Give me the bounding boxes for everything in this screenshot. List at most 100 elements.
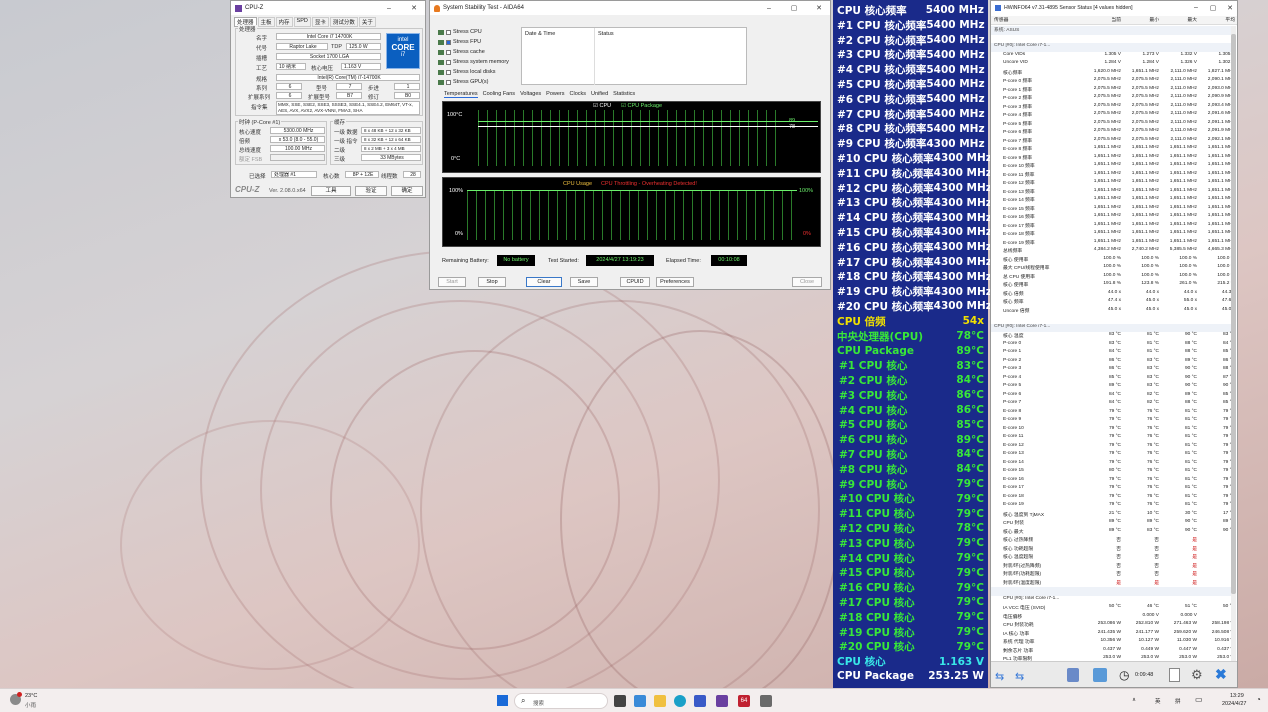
- sensor-row[interactable]: P-core 6 84 °C 82 °C 89 °C 85 °C: [991, 392, 1231, 401]
- close-button[interactable]: ✕: [808, 4, 830, 12]
- stop-button[interactable]: Stop: [478, 277, 506, 287]
- sensor-row[interactable]: P-core 5 频率 2,075.5 MHz 2,075.5 MHz 2,111.0…: [991, 120, 1231, 129]
- clear-button[interactable]: Clear: [526, 277, 562, 287]
- sensor-row[interactable]: E-core 15 80 °C 76 °C 81 °C 79 °C: [991, 468, 1231, 477]
- clock-icon[interactable]: ◷: [1119, 668, 1129, 682]
- minimize-button[interactable]: –: [758, 5, 780, 12]
- sensor-row[interactable]: E-core 17 频率 1,651.1 MHz 1,651.1 MHz 1,651.…: [991, 222, 1231, 231]
- aida64-task-icon[interactable]: 64: [738, 695, 750, 707]
- sensor-row[interactable]: E-core 12 79 °C 76 °C 81 °C 79 °C: [991, 443, 1231, 452]
- sensor-row[interactable]: CPU 封装功耗 253.086 W 252.810 W 271.463 W 258.1…: [991, 621, 1231, 630]
- sensor-row[interactable]: Uncore VID 1.284 V 1.284 V 1.326 V 1.302 V: [991, 60, 1231, 69]
- checkbox[interactable]: [446, 29, 451, 35]
- clock-time[interactable]: 13:29: [1230, 693, 1244, 699]
- sensor-row[interactable]: E-core 8 频率 1,651.1 MHz 1,651.1 MHz 1,651.1…: [991, 145, 1231, 154]
- sensor-row[interactable]: E-core 18 频率 1,651.1 MHz 1,651.1 MHz 1,651.…: [991, 230, 1231, 239]
- sensor-list[interactable]: 系统: ASUS CPU [#0]: Intel Core i7-1... Core…: [991, 26, 1231, 661]
- maximize-button[interactable]: ▢: [1206, 4, 1220, 12]
- sensor-row[interactable]: 核心 温度 83 °C 81 °C 90 °C 83 °C: [991, 332, 1231, 341]
- sensor-row[interactable]: 封装/环(功耗超限) 否 否 是: [991, 570, 1231, 579]
- sensor-row[interactable]: E-core 16 79 °C 76 °C 81 °C 79 °C: [991, 477, 1231, 486]
- sensor-row[interactable]: P-core 2 频率 2,075.5 MHz 2,075.5 MHz 2,111.0…: [991, 94, 1231, 103]
- weather-temp[interactable]: 23°C: [25, 693, 37, 699]
- graph-tab[interactable]: Powers: [546, 91, 564, 98]
- start-icon[interactable]: [497, 695, 508, 706]
- minimize-button[interactable]: –: [378, 5, 400, 12]
- hwinfo-titlebar[interactable]: HWiNFO64 v7.31-4895 Sensor Status [4 val…: [991, 1, 1237, 14]
- checkbox[interactable]: [446, 49, 451, 55]
- hwinfo-task-icon[interactable]: [760, 695, 772, 707]
- sensor-row[interactable]: 核心 温度超限 否 否 是: [991, 553, 1231, 562]
- sensor-row[interactable]: 核心频率 1,620.0 MHz 1,651.1 MHz 2,111.0 MHz 1,8…: [991, 69, 1231, 78]
- sensor-row[interactable]: P-core 4 85 °C 83 °C 90 °C 87 °C: [991, 375, 1231, 384]
- tab-mainboard[interactable]: 主板: [257, 17, 275, 27]
- sensor-row[interactable]: P-core 4 频率 2,075.5 MHz 2,075.5 MHz 2,111.0…: [991, 111, 1231, 120]
- edge-icon[interactable]: [674, 695, 686, 707]
- col-status[interactable]: Status: [598, 31, 614, 37]
- graph-tab[interactable]: Clocks: [570, 91, 587, 98]
- sensor-row[interactable]: 剩余芯片 功率 0.437 W 0.449 W 0.447 W 0.437 W: [991, 647, 1231, 656]
- sensor-row[interactable]: E-core 12 频率 1,651.1 MHz 1,651.1 MHz 1,651.…: [991, 179, 1231, 188]
- settings-icon[interactable]: ⚙: [1191, 667, 1203, 683]
- graph-tab[interactable]: Unified: [591, 91, 608, 98]
- sensor-row[interactable]: P-core 6 频率 2,075.5 MHz 2,075.5 MHz 2,111.0…: [991, 128, 1231, 137]
- validate-button[interactable]: 验证: [355, 186, 387, 196]
- tab-bench[interactable]: 测试分数: [329, 17, 358, 27]
- maximize-button[interactable]: ▢: [783, 4, 805, 12]
- sensor-row[interactable]: E-core 19 79 °C 76 °C 81 °C 79 °C: [991, 502, 1231, 511]
- widgets-icon[interactable]: [634, 695, 646, 707]
- tab-about[interactable]: 关于: [358, 17, 376, 27]
- sensor-row[interactable]: E-core 9 79 °C 76 °C 81 °C 79 °C: [991, 417, 1231, 426]
- ime-lang[interactable]: 英: [1155, 697, 1161, 705]
- sensor-row[interactable]: P-core 7 频率 2,075.5 MHz 2,075.5 MHz 2,111.0…: [991, 137, 1231, 146]
- sensor-row[interactable]: [991, 35, 1231, 44]
- sensor-row[interactable]: E-core 9 频率 1,651.1 MHz 1,651.1 MHz 1,651.1…: [991, 154, 1231, 163]
- search-box[interactable]: ⌕ 搜索: [514, 693, 608, 709]
- ok-button[interactable]: 确定: [391, 186, 423, 196]
- sensor-row[interactable]: E-core 14 频率 1,651.1 MHz 1,651.1 MHz 1,651.…: [991, 196, 1231, 205]
- checkbox[interactable]: [446, 79, 451, 85]
- sensor-row[interactable]: 封装/环(温度超限) 是 是 是: [991, 579, 1231, 588]
- tab-graphics[interactable]: 显卡: [311, 17, 329, 27]
- sensor-row[interactable]: 电压偏移 0.000 V 0.000 V: [991, 613, 1231, 622]
- sensor-row[interactable]: E-core 10 79 °C 76 °C 81 °C 79 °C: [991, 426, 1231, 435]
- sensor-row[interactable]: E-core 8 79 °C 76 °C 81 °C 79 °C: [991, 409, 1231, 418]
- start-button[interactable]: Start: [438, 277, 466, 287]
- sensor-row[interactable]: 总 CPU 使用率 100.0 % 100.0 % 100.0 % 100.0 %: [991, 273, 1231, 282]
- col-max[interactable]: 最大: [1159, 16, 1197, 23]
- checkbox[interactable]: [446, 59, 451, 65]
- sensor-row[interactable]: P-core 2 86 °C 83 °C 89 °C 86 °C: [991, 358, 1231, 367]
- sensor-row[interactable]: Core VIDs 1.305 V 1.273 V 1.332 V 1.305 V: [991, 52, 1231, 61]
- sensor-row[interactable]: P-core 1 频率 2,075.5 MHz 2,075.5 MHz 2,111.0…: [991, 86, 1231, 95]
- clock-date[interactable]: 2024/4/27: [1222, 701, 1246, 707]
- sensor-row[interactable]: P-core 3 86 °C 83 °C 90 °C 88 °C: [991, 366, 1231, 375]
- tray-chevron-icon[interactable]: ∧: [1132, 697, 1136, 703]
- notification-icon[interactable]: ◔: [1256, 695, 1261, 704]
- sensor-row[interactable]: IA VCC 电压 (SVID) 50 °C 46 °C 51 °C 50 °C: [991, 604, 1231, 613]
- minimize-button[interactable]: –: [1189, 4, 1203, 11]
- stress-option[interactable]: Stress local disks: [438, 67, 518, 77]
- sensor-row[interactable]: IA 核心 功率 241.435 W 241.177 W 259.620 W 246.5…: [991, 630, 1231, 639]
- sensor-row[interactable]: P-core 0 频率 2,075.5 MHz 2,075.5 MHz 2,111.0…: [991, 77, 1231, 86]
- tab-memory[interactable]: 内存: [275, 17, 293, 27]
- sensor-group-header[interactable]: CPU [#0]: Intel Core i7-1...: [991, 43, 1231, 52]
- sensor-row[interactable]: 核心 温度到 TjMAX 21 °C 10 °C 30 °C 17 °C: [991, 511, 1231, 520]
- close-button[interactable]: ✕: [403, 4, 425, 12]
- sensor-row[interactable]: E-core 11 79 °C 76 °C 81 °C 79 °C: [991, 434, 1231, 443]
- network-status-icon[interactable]: ▭: [1195, 695, 1203, 704]
- sensor-row[interactable]: 核心 倍频 44.0 x 44.0 x 44.0 x 44.3 x: [991, 290, 1231, 299]
- tab-spd[interactable]: SPD: [293, 17, 311, 27]
- tools-button[interactable]: 工具: [311, 186, 351, 196]
- sensor-row[interactable]: P-core 7 84 °C 82 °C 88 °C 85 °C: [991, 400, 1231, 409]
- close-x-icon[interactable]: ✖: [1215, 666, 1227, 683]
- checkbox[interactable]: [446, 39, 451, 45]
- stress-option[interactable]: Stress GPU(s): [438, 77, 518, 87]
- stress-option[interactable]: Stress CPU: [438, 27, 518, 37]
- sensor-group-header[interactable]: CPU [#0]: Intel Core i7-1...: [991, 323, 1231, 332]
- nav-left-icon[interactable]: ⇆: [995, 670, 1004, 683]
- sensor-row[interactable]: 核心 使用率 100.0 % 100.0 % 100.0 % 100.0 %: [991, 256, 1231, 265]
- aida-titlebar[interactable]: System Stability Test - AIDA64 – ▢ ✕: [430, 1, 830, 15]
- sensor-row[interactable]: E-core 19 频率 1,651.1 MHz 1,651.1 MHz 1,651.…: [991, 239, 1231, 248]
- col-min[interactable]: 最小: [1121, 16, 1159, 23]
- sensor-row[interactable]: E-core 18 79 °C 76 °C 81 °C 79 °C: [991, 494, 1231, 503]
